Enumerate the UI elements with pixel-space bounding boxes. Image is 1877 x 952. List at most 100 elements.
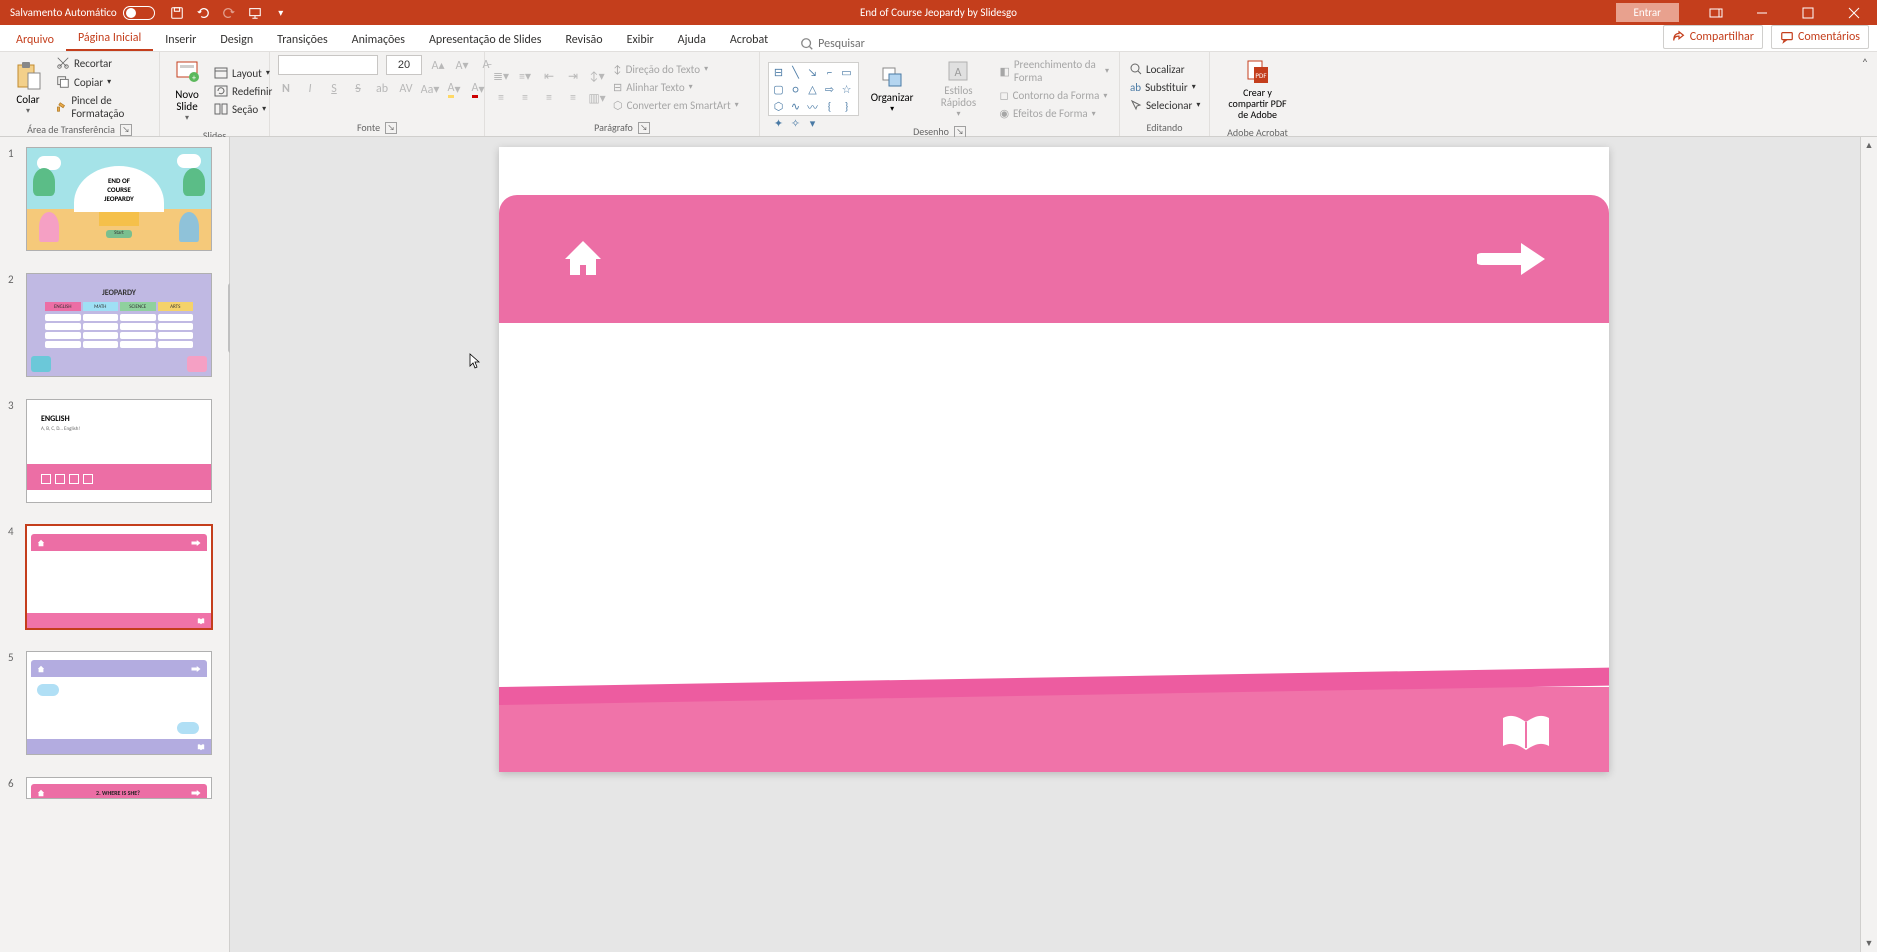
shapes-gallery[interactable]: ⊟ ╲ ↘ ⌐ ▭ ▢ ○ △ ⇨ ☆ ⬡ ∿ 〰 { } ✦ ✧ ▾ — [768, 62, 859, 116]
slide-thumbnail-1[interactable]: END OF COURSE JEOPARDY Start — [26, 147, 212, 251]
arrange-button[interactable]: Organizar▾ — [865, 61, 920, 118]
align-text-button[interactable]: ⊟Alinhar Texto▾ — [611, 80, 741, 95]
line-spacing-icon[interactable]: ↕▾ — [589, 68, 605, 84]
columns-icon[interactable]: ▥▾ — [589, 90, 605, 106]
shape-fill-button[interactable]: ◧Preenchimento da Forma▾ — [997, 57, 1111, 85]
shape-line-icon[interactable]: ╲ — [788, 65, 803, 80]
numbering-icon[interactable]: ≡▾ — [517, 68, 533, 84]
strike-icon[interactable]: S — [350, 81, 366, 97]
tab-view[interactable]: Exibir — [615, 27, 666, 51]
tab-animations[interactable]: Animações — [340, 27, 417, 51]
adobe-pdf-button[interactable]: PDF Crear y compartir PDF de Adobe — [1218, 55, 1297, 124]
shape-roundrect-icon[interactable]: ▢ — [771, 82, 786, 97]
align-center-icon[interactable]: ≡ — [517, 90, 533, 106]
vertical-scrollbar[interactable]: ▲ ▼ — [1860, 137, 1877, 952]
maximize-icon[interactable] — [1785, 0, 1831, 25]
slide-canvas[interactable] — [499, 147, 1609, 772]
find-button[interactable]: Localizar — [1128, 62, 1202, 77]
shape-textbox-icon[interactable]: ⊟ — [771, 65, 786, 80]
minimize-icon[interactable] — [1739, 0, 1785, 25]
next-arrow-icon[interactable] — [1477, 239, 1549, 279]
italic-icon[interactable]: I — [302, 81, 318, 97]
close-icon[interactable] — [1831, 0, 1877, 25]
font-launcher[interactable]: ↘ — [385, 122, 397, 134]
reset-button[interactable]: Redefinir — [212, 84, 274, 99]
tab-insert[interactable]: Inserir — [153, 27, 208, 51]
copy-button[interactable]: Copiar▾ — [54, 74, 151, 90]
shape-effects-button[interactable]: ◉Efeitos de Forma▾ — [997, 106, 1111, 121]
paste-button[interactable]: Colar ▾ — [8, 57, 48, 120]
tab-review[interactable]: Revisão — [553, 27, 614, 51]
save-icon[interactable] — [169, 5, 185, 21]
tell-me-search[interactable]: Pesquisar — [800, 37, 865, 51]
shape-hexagon-icon[interactable]: ⬡ — [771, 99, 786, 114]
tab-file[interactable]: Arquivo — [4, 27, 66, 51]
redo-icon[interactable] — [221, 5, 237, 21]
shape-arrow-icon[interactable]: ⇨ — [822, 82, 837, 97]
shrink-font-icon[interactable]: A▾ — [454, 57, 470, 73]
drawing-launcher[interactable]: ↘ — [954, 126, 966, 138]
slide-thumbnail-6[interactable]: 2. WHERE IS SHE? — [26, 777, 212, 799]
shape-rect-icon[interactable]: ▭ — [839, 65, 854, 80]
share-button[interactable]: Compartilhar — [1663, 25, 1763, 49]
present-from-start-icon[interactable] — [247, 5, 263, 21]
collapse-ribbon-icon[interactable]: ˄ — [1857, 56, 1873, 72]
slide-thumbnail-4[interactable] — [26, 525, 212, 629]
bold-icon[interactable]: N — [278, 81, 294, 97]
ribbon-display-icon[interactable] — [1693, 0, 1739, 25]
text-direction-button[interactable]: ↕Direção do Texto▾ — [611, 62, 741, 77]
shape-brace2-icon[interactable]: } — [839, 99, 854, 114]
select-button[interactable]: Selecionar▾ — [1128, 98, 1202, 113]
undo-icon[interactable] — [195, 5, 211, 21]
comments-button[interactable]: Comentários — [1771, 25, 1869, 49]
tab-design[interactable]: Design — [208, 27, 265, 51]
clipboard-launcher[interactable]: ↘ — [120, 124, 132, 136]
section-button[interactable]: Seção▾ — [212, 102, 274, 117]
slide-thumbnail-2[interactable]: JEOPARDY ENGLISH MATH SCIENCE ARTS — [26, 273, 212, 377]
replace-button[interactable]: abSubstituir▾ — [1128, 80, 1202, 95]
scroll-up-icon[interactable]: ▲ — [1861, 137, 1877, 154]
tab-transitions[interactable]: Transições — [265, 27, 340, 51]
underline-icon[interactable]: S — [326, 81, 342, 97]
shape-connector-icon[interactable]: ⌐ — [822, 65, 837, 80]
shape-curve1-icon[interactable]: ∿ — [788, 99, 803, 114]
format-painter-button[interactable]: Pincel de Formatação — [54, 93, 151, 121]
slide-thumbnail-panel[interactable]: 1 END OF COURSE JEOPARDY Start 2 JE — [0, 137, 230, 952]
slide-thumbnail-3[interactable]: ENGLISH A, B, C, D… English! — [26, 399, 212, 503]
tab-acrobat[interactable]: Acrobat — [718, 27, 780, 51]
tab-home[interactable]: Página Inicial — [66, 25, 153, 51]
shadow-icon[interactable]: ab — [374, 81, 390, 97]
tab-slideshow[interactable]: Apresentação de Slides — [417, 27, 553, 51]
book-icon[interactable] — [1499, 712, 1553, 754]
shape-curve2-icon[interactable]: 〰 — [805, 99, 820, 114]
font-color-icon[interactable]: A▾ — [470, 81, 486, 97]
autosave-toggle[interactable] — [123, 6, 155, 20]
sign-in-button[interactable]: Entrar — [1616, 3, 1679, 22]
align-right-icon[interactable]: ≡ — [541, 90, 557, 106]
shape-triangle-icon[interactable]: △ — [805, 82, 820, 97]
tab-help[interactable]: Ajuda — [666, 27, 718, 51]
cut-button[interactable]: Recortar — [54, 55, 151, 71]
home-icon[interactable] — [559, 235, 607, 283]
spacing-icon[interactable]: AV — [398, 81, 414, 97]
quick-styles-button[interactable]: A Estilos Rápidos▾ — [925, 55, 991, 123]
case-icon[interactable]: Aa▾ — [422, 81, 438, 97]
convert-smartart-button[interactable]: ⬡Converter em SmartArt▾ — [611, 98, 741, 113]
qat-more-icon[interactable]: ▾ — [273, 5, 289, 21]
highlight-icon[interactable]: A▾ — [446, 81, 462, 97]
slide-thumbnail-5[interactable] — [26, 651, 212, 755]
increase-indent-icon[interactable]: ⇥ — [565, 68, 581, 84]
shape-outline-button[interactable]: ◻Contorno da Forma▾ — [997, 88, 1111, 103]
layout-button[interactable]: Layout▾ — [212, 66, 274, 81]
shape-arrow-line-icon[interactable]: ↘ — [805, 65, 820, 80]
justify-icon[interactable]: ≡ — [565, 90, 581, 106]
shape-star-icon[interactable]: ☆ — [839, 82, 854, 97]
grow-font-icon[interactable]: A▴ — [430, 57, 446, 73]
shape-circle-icon[interactable]: ○ — [788, 82, 803, 97]
shape-brace1-icon[interactable]: { — [822, 99, 837, 114]
font-size-input[interactable] — [386, 55, 422, 75]
bullets-icon[interactable]: ≣▾ — [493, 68, 509, 84]
new-slide-button[interactable]: + Novo Slide ▾ — [168, 55, 206, 127]
decrease-indent-icon[interactable]: ⇤ — [541, 68, 557, 84]
paragraph-launcher[interactable]: ↘ — [638, 122, 650, 134]
